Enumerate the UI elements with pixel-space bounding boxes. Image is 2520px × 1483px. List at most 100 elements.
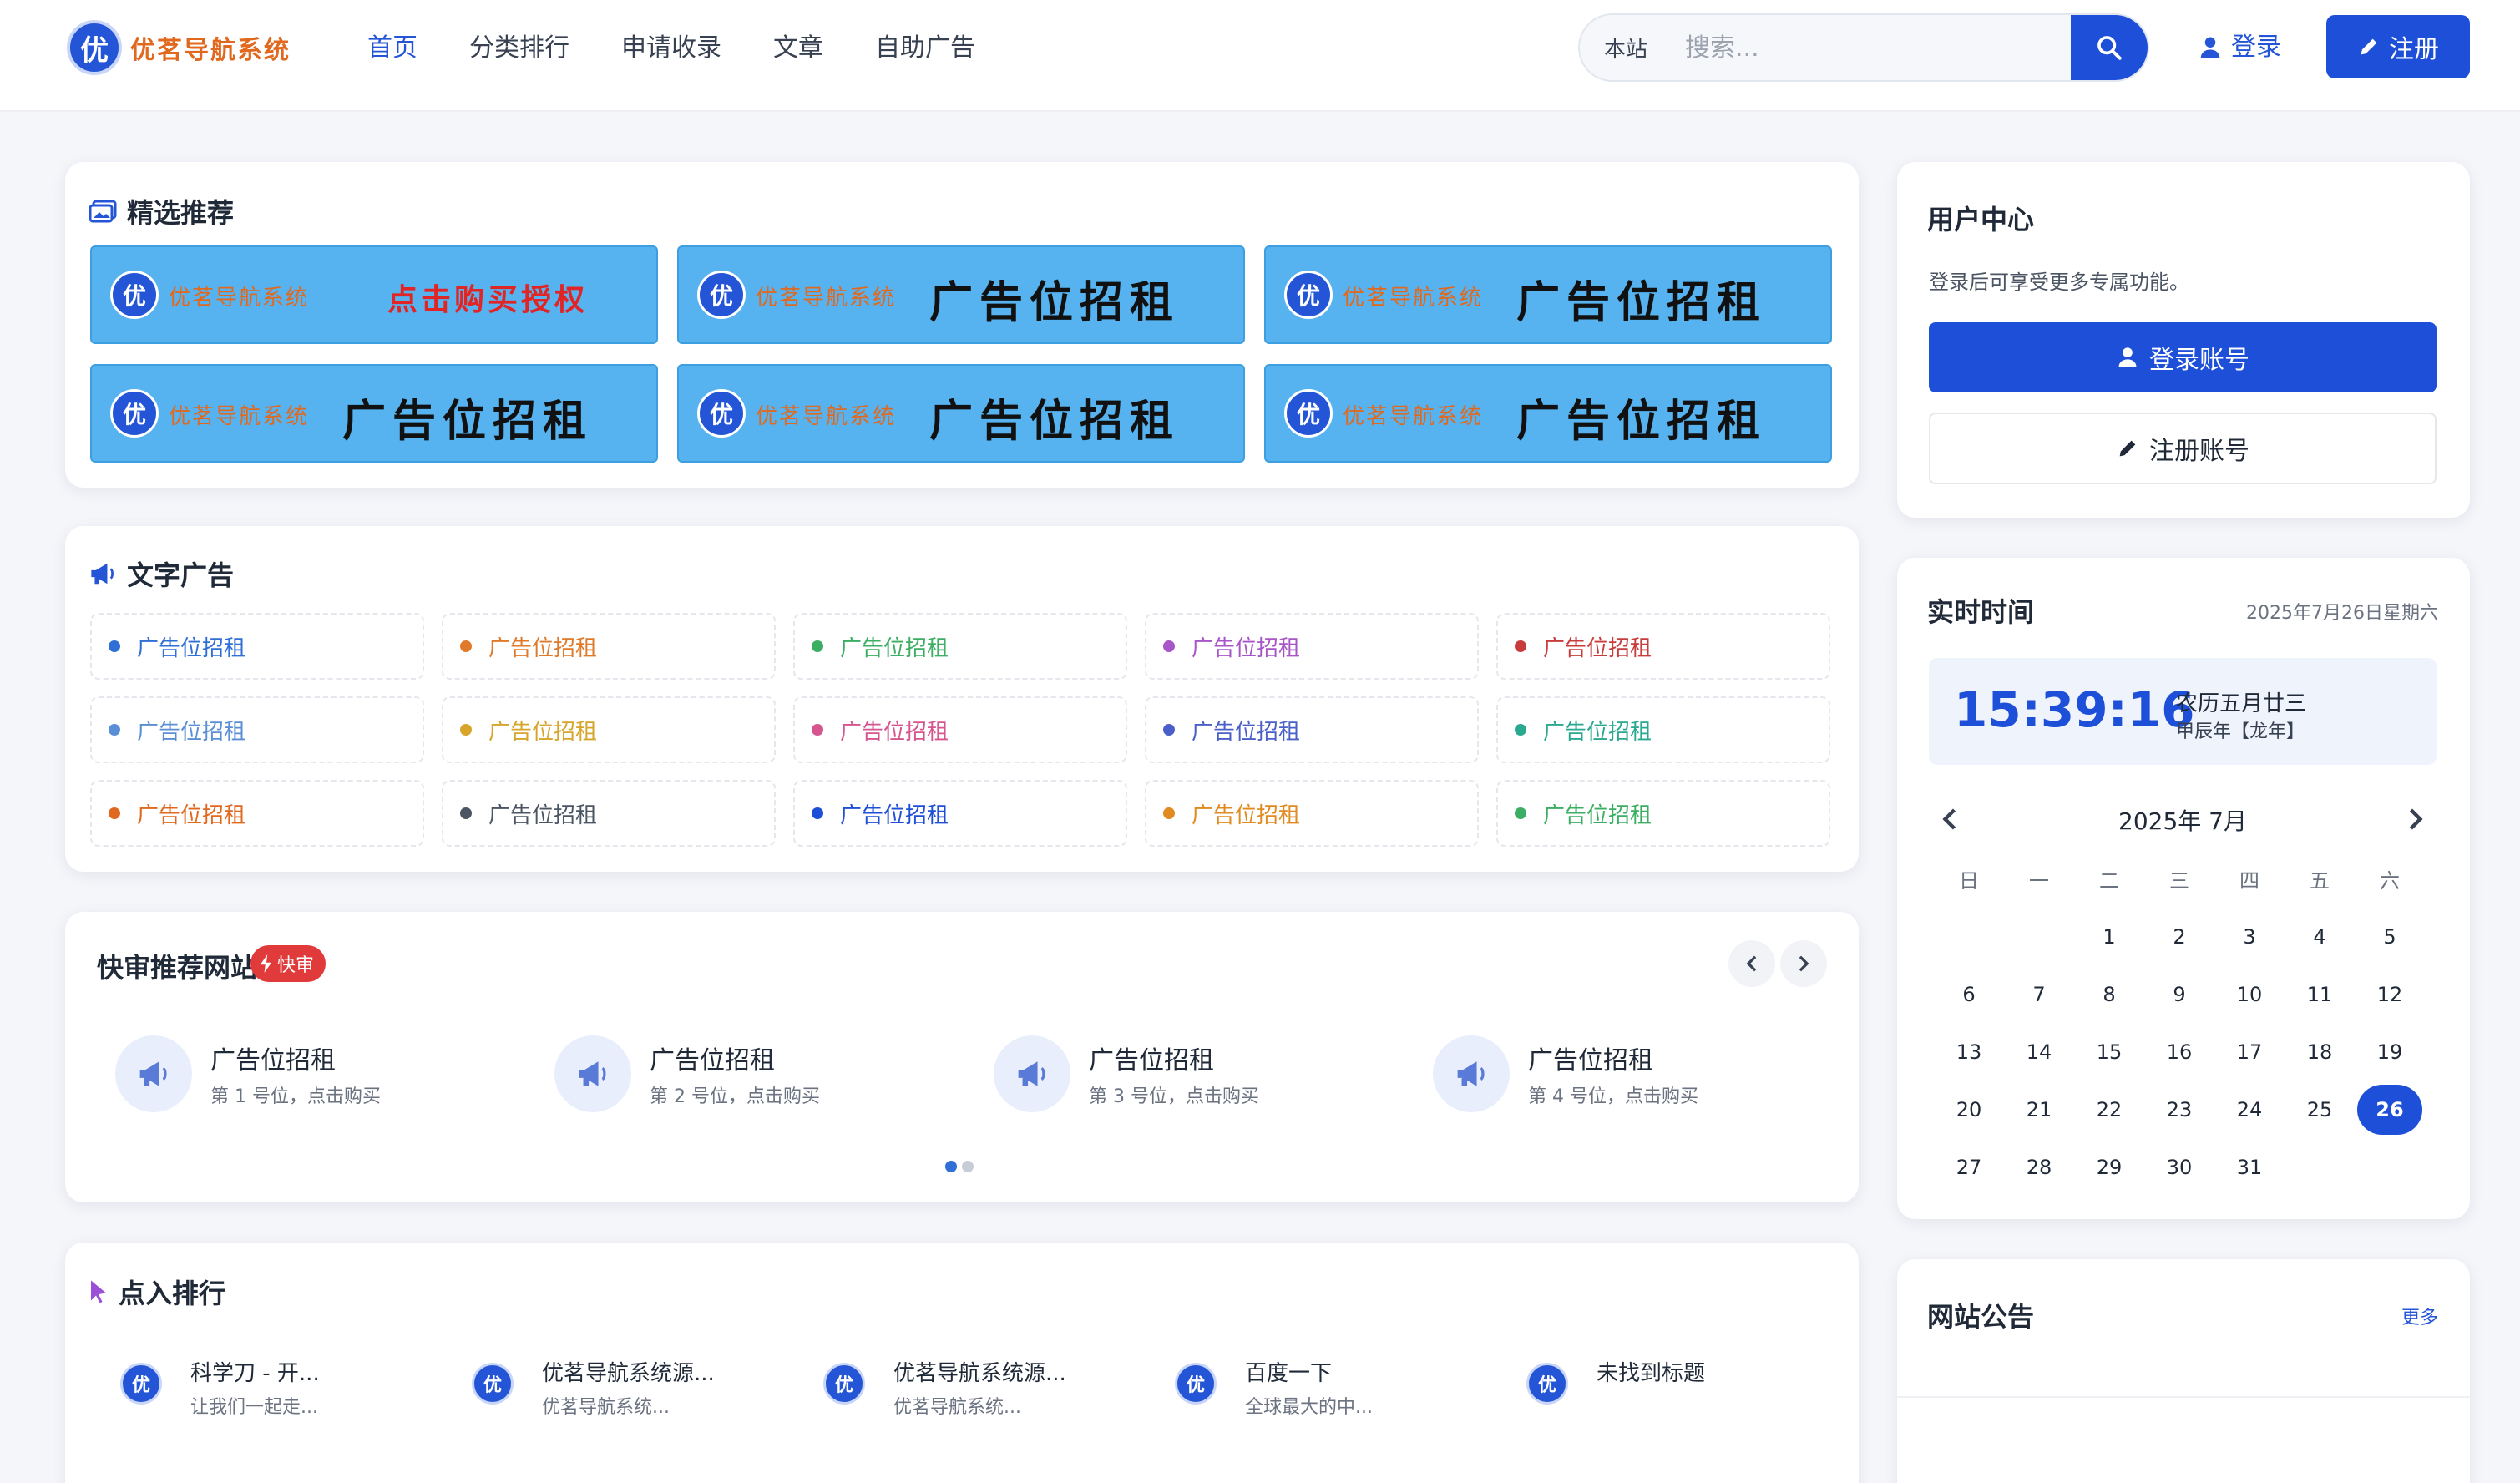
calendar-day[interactable]: 12 [2355,983,2425,1006]
text-ad-item[interactable]: 广告位招租 [793,613,1127,680]
featured-banner[interactable]: 优 优茗导航系统 广告位招租 [90,364,658,463]
text-ad-label: 广告位招租 [1192,635,1301,661]
text-ad-item[interactable]: 广告位招租 [90,780,424,847]
banner-brand: 优茗导航系统 [756,286,897,311]
calendar-day[interactable]: 30 [2144,1156,2214,1179]
featured-banner[interactable]: 优 优茗导航系统 点击购买授权 [90,245,658,344]
search-input[interactable] [1672,15,2071,80]
fast-review-prev-button[interactable] [1728,940,1775,987]
carousel-dot-active[interactable] [945,1161,957,1172]
calendar-day[interactable]: 1 [2074,925,2144,949]
text-ad-item[interactable]: 广告位招租 [1145,613,1479,680]
calendar-day[interactable]: 23 [2144,1098,2214,1121]
calendar-day-number: 8 [2103,982,2116,1006]
calendar-day[interactable]: 2 [2144,925,2214,949]
click-rank-item[interactable]: 优百度一下 全球最大的中... [1175,1356,1373,1419]
text-ad-dot [1515,807,1526,819]
clock-display: 15:39:16 农历五月廿三 甲辰年【龙年】 [1929,658,2437,765]
calendar-next-icon[interactable] [2406,807,2425,832]
text-ad-item[interactable]: 广告位招租 [1145,780,1479,847]
calendar-day[interactable]: 19 [2355,1040,2425,1064]
notice-card: 网站公告 更多 [1897,1259,2470,1483]
text-ad-item[interactable]: 广告位招租 [793,780,1127,847]
calendar-day[interactable]: 27 [1934,1156,2004,1179]
text-ad-label: 广告位招租 [488,635,598,661]
calendar-day[interactable]: 9 [2144,983,2214,1006]
calendar-day[interactable]: 13 [1934,1040,2004,1064]
text-ad-item[interactable]: 广告位招租 [442,696,776,763]
calendar-week-row: 27 28 29 30 31 [1934,1138,2425,1196]
calendar-day[interactable]: 24 [2214,1098,2285,1121]
calendar-day[interactable]: 4 [2285,925,2355,949]
banner-slogan: 广告位招租 [929,277,1181,328]
text-ad-item[interactable]: 广告位招租 [1496,696,1830,763]
login-account-button[interactable]: 登录账号 [1929,322,2437,392]
calendar-day-today[interactable]: 26 [2355,1084,2425,1135]
calendar-day[interactable]: 22 [2074,1098,2144,1121]
calendar-day[interactable]: 3 [2214,925,2285,949]
click-rank-desc: 优茗导航系统... [542,1397,670,1418]
calendar-day[interactable]: 18 [2285,1040,2355,1064]
bolt-icon [260,954,272,973]
calendar-day[interactable]: 20 [1934,1098,2004,1121]
site-logo[interactable]: 优 优茗导航系统 [67,20,291,75]
calendar-grid: 日一二三四五六 1 2 3 4 5 6 7 8 9 10 11 12 13 14 15 16 17 18 19 20 21… [1934,850,2425,1196]
notice-more-link[interactable]: 更多 [2401,1303,2438,1329]
calendar-day[interactable]: 29 [2074,1156,2144,1179]
fast-review-item[interactable]: 广告位招租第 3 号位，点击购买 [994,1035,1259,1112]
fast-review-title-text: 快审推荐网站 [97,952,258,984]
nav-articles[interactable]: 文章 [773,30,823,67]
calendar-day[interactable]: 31 [2214,1156,2285,1179]
calendar-day[interactable]: 5 [2355,925,2425,949]
text-ad-item[interactable]: 广告位招租 [793,696,1127,763]
text-ad-label: 广告位招租 [137,719,246,745]
featured-banner[interactable]: 优 优茗导航系统 广告位招租 [677,245,1245,344]
header-register-button[interactable]: 注册 [2326,15,2470,78]
text-ad-item[interactable]: 广告位招租 [90,696,424,763]
nav-self-ads[interactable]: 自助广告 [875,30,975,67]
calendar-day[interactable]: 21 [2004,1098,2074,1121]
featured-card: 精选推荐 优 优茗导航系统 点击购买授权 优 优茗导航系统 广告位招租 优 优茗… [65,162,1859,488]
calendar-day[interactable]: 15 [2074,1040,2144,1064]
calendar-day[interactable]: 8 [2074,983,2144,1006]
calendar-day[interactable]: 14 [2004,1040,2074,1064]
featured-banner[interactable]: 优 优茗导航系统 广告位招租 [1264,364,1832,463]
click-rank-item[interactable]: 优 未找到标题 [1526,1356,1705,1405]
calendar-day[interactable]: 25 [2285,1098,2355,1121]
fast-review-name: 广告位招租 [650,1046,775,1076]
text-ad-item[interactable]: 广告位招租 [442,780,776,847]
click-rank-item[interactable]: 优 优茗导航系统源... 优茗导航系统... [472,1356,715,1419]
click-rank-item[interactable]: 优 科学刀 - 开... 让我们一起走... [120,1356,320,1419]
calendar-day[interactable]: 11 [2285,983,2355,1006]
text-ad-item[interactable]: 广告位招租 [1496,613,1830,680]
nav-category-rank[interactable]: 分类排行 [469,30,569,67]
fast-review-item[interactable]: 广告位招租第 1 号位，点击购买 [115,1035,381,1112]
fast-review-item[interactable]: 广告位招租第 2 号位，点击购买 [554,1035,820,1112]
calendar-day[interactable]: 17 [2214,1040,2285,1064]
fast-review-item[interactable]: 广告位招租第 4 号位，点击购买 [1433,1035,1698,1112]
text-ad-item[interactable]: 广告位招租 [1145,696,1479,763]
text-ad-item[interactable]: 广告位招租 [442,613,776,680]
register-account-button[interactable]: 注册账号 [1929,413,2437,484]
featured-banner[interactable]: 优 优茗导航系统 广告位招租 [677,364,1245,463]
click-rank-item[interactable]: 优 优茗导航系统源... 优茗导航系统... [823,1356,1066,1419]
text-ad-item[interactable]: 广告位招租 [90,613,424,680]
images-icon [89,200,117,223]
calendar-day[interactable]: 28 [2004,1156,2074,1179]
chevron-left-icon [1746,955,1757,972]
featured-banner[interactable]: 优 优茗导航系统 广告位招租 [1264,245,1832,344]
calendar-day[interactable]: 6 [1934,983,2004,1006]
text-ad-item[interactable]: 广告位招租 [1496,780,1830,847]
fast-review-next-button[interactable] [1780,940,1827,987]
nav-apply-listing[interactable]: 申请收录 [621,30,721,67]
search-button[interactable] [2071,15,2148,80]
featured-title: 精选推荐 [89,192,234,230]
nav-home[interactable]: 首页 [367,30,417,67]
search-scope-select[interactable]: 本站 [1580,33,1672,63]
carousel-dot[interactable] [962,1161,974,1172]
header-login-link[interactable]: 登录 [2198,27,2281,68]
calendar-day[interactable]: 7 [2004,983,2074,1006]
clock-date: 2025年7月26日星期六 [2246,603,2438,624]
calendar-day[interactable]: 10 [2214,983,2285,1006]
calendar-day[interactable]: 16 [2144,1040,2214,1064]
